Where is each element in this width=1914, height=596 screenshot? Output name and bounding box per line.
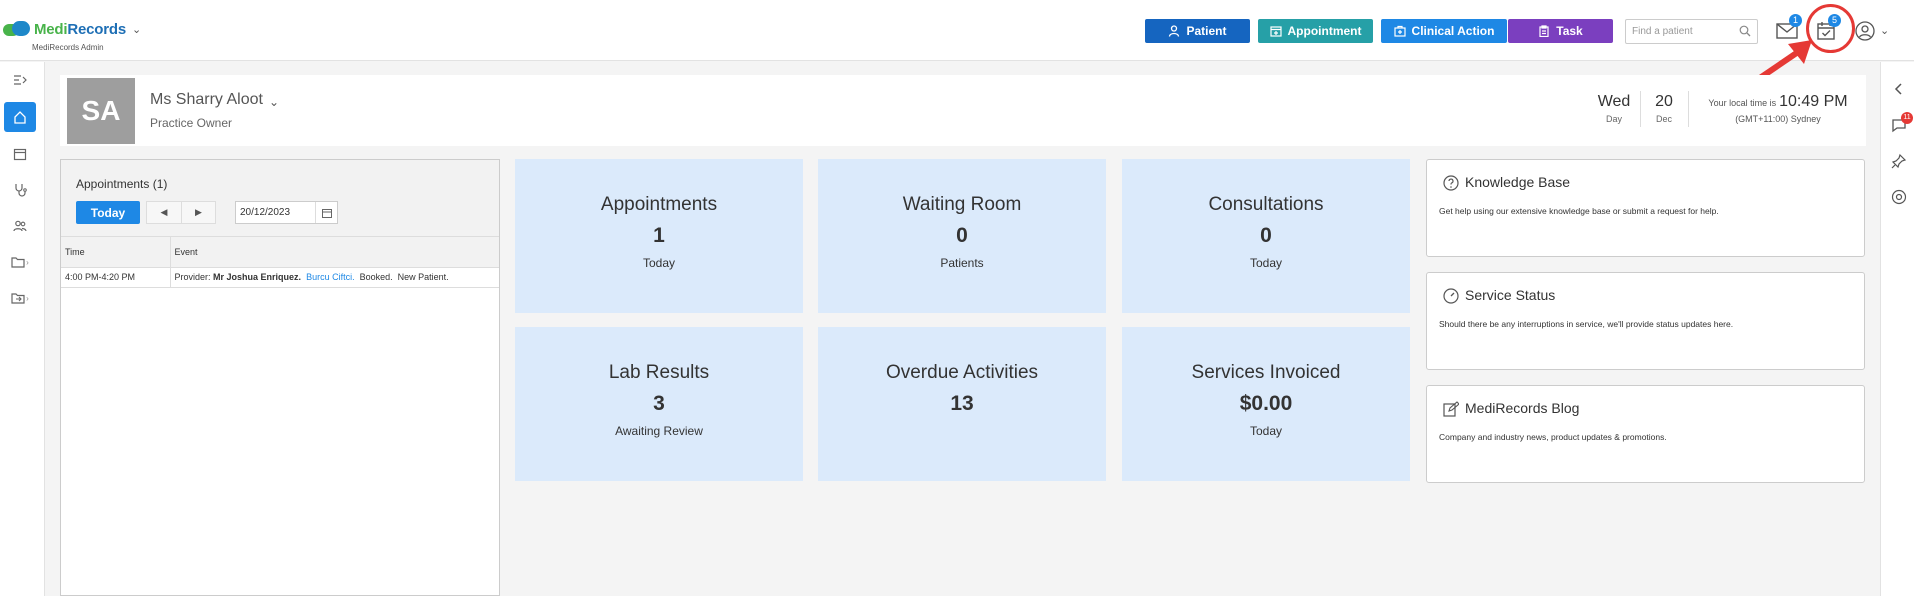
appointments-title: Appointments (1)	[76, 177, 168, 191]
collapse-left-icon[interactable]	[1891, 81, 1907, 97]
edit-icon	[1443, 401, 1459, 417]
appointments-panel: Appointments (1) Today ◀ ▶ Time Event 4:…	[60, 159, 500, 596]
appointment-status: Booked.	[359, 272, 393, 282]
home-icon[interactable]	[4, 102, 36, 132]
local-time: Your local time is 10:49 PM (GMT+11:00) …	[1708, 93, 1848, 124]
stethoscope-icon[interactable]	[4, 175, 36, 205]
calendar-plus-icon	[1269, 26, 1282, 37]
tile-consultations[interactable]: Consultations 0 Today	[1122, 159, 1410, 313]
service-status-card[interactable]: Service Status Should there be any inter…	[1426, 272, 1865, 370]
user-role: Practice Owner	[150, 116, 233, 130]
day-display: Wed Day	[1597, 93, 1631, 124]
patient-button[interactable]: Patient	[1145, 19, 1250, 43]
appointment-time: 4:00 PM-4:20 PM	[61, 267, 171, 288]
clinical-action-button[interactable]: Clinical Action	[1381, 19, 1507, 43]
column-header: Event	[170, 237, 499, 268]
person-icon	[1169, 25, 1180, 37]
tile-waiting-room[interactable]: Waiting Room 0 Patients	[818, 159, 1106, 313]
avatar: SA	[67, 78, 135, 144]
chevron-down-icon[interactable]: ⌄	[269, 95, 279, 109]
divider	[1640, 91, 1641, 127]
mail-badge: 1	[1789, 14, 1802, 27]
question-circle-icon	[1443, 175, 1459, 191]
folder-export-icon[interactable]: ›	[4, 283, 36, 313]
patients-icon[interactable]	[4, 211, 36, 241]
user-header: SA Ms Sharry Aloot ⌄ Practice Owner Wed …	[60, 75, 1866, 146]
clipboard-icon	[1539, 25, 1549, 37]
user-name[interactable]: Ms Sharry Aloot	[150, 91, 263, 109]
notification-badge: 11	[1901, 112, 1913, 124]
date-nav: ◀ ▶	[146, 201, 216, 224]
date-display: 20 Dec	[1655, 93, 1673, 124]
calendar-icon[interactable]	[315, 202, 337, 223]
column-header: Time	[61, 237, 171, 268]
tile-overdue-activities[interactable]: Overdue Activities 13	[818, 327, 1106, 481]
blog-card[interactable]: MediRecords Blog Company and industry ne…	[1426, 385, 1865, 483]
today-button[interactable]: Today	[76, 201, 140, 224]
at-sign-icon[interactable]	[1891, 189, 1907, 205]
knowledge-base-card[interactable]: Knowledge Base Get help using our extens…	[1426, 159, 1865, 257]
appointment-button[interactable]: Appointment	[1258, 19, 1373, 43]
appointments-table: Time Event 4:00 PM-4:20 PM Provider: Mr …	[61, 237, 499, 288]
chevron-down-icon[interactable]: ⌄	[132, 23, 141, 36]
patient-search	[1625, 19, 1758, 44]
task-button[interactable]: Task	[1508, 19, 1613, 43]
provider-name: Mr Joshua Enriquez.	[213, 272, 302, 282]
app-logo[interactable]: MediRecords ⌄	[3, 20, 141, 38]
patient-link[interactable]: Burcu Ciftci.	[306, 272, 355, 282]
right-sidebar	[1880, 62, 1914, 596]
top-bar: MediRecords ⌄ MediRecords Admin Patient …	[0, 0, 1914, 61]
left-sidebar: › ›	[0, 62, 45, 596]
date-picker	[235, 201, 338, 224]
tile-appointments[interactable]: Appointments 1 Today	[515, 159, 803, 313]
medical-bag-icon	[1393, 25, 1406, 37]
gauge-icon	[1443, 288, 1459, 304]
appointment-note: New Patient.	[397, 272, 449, 282]
app-subtitle: MediRecords Admin	[32, 43, 104, 52]
tile-lab-results[interactable]: Lab Results 3 Awaiting Review	[515, 327, 803, 481]
table-row[interactable]: 4:00 PM-4:20 PM Provider: Mr Joshua Enri…	[61, 267, 499, 288]
chevron-down-icon[interactable]: ⌄	[1880, 24, 1889, 37]
app-name: MediRecords	[34, 20, 126, 38]
expand-menu-icon[interactable]	[4, 65, 36, 95]
pin-icon[interactable]	[1891, 153, 1907, 169]
logo-cloud-icon	[3, 20, 31, 38]
date-field[interactable]	[236, 202, 316, 223]
next-day-icon[interactable]: ▶	[180, 202, 215, 223]
tile-services-invoiced[interactable]: Services Invoiced $0.00 Today	[1122, 327, 1410, 481]
prev-day-icon[interactable]: ◀	[147, 202, 181, 223]
calendar-icon[interactable]	[4, 139, 36, 169]
folder-icon[interactable]: ›	[4, 247, 36, 277]
search-input[interactable]	[1626, 20, 1736, 43]
divider	[1688, 91, 1689, 127]
user-avatar-icon[interactable]	[1855, 21, 1875, 41]
appointment-event: Provider: Mr Joshua Enriquez. Burcu Cift…	[170, 267, 499, 288]
